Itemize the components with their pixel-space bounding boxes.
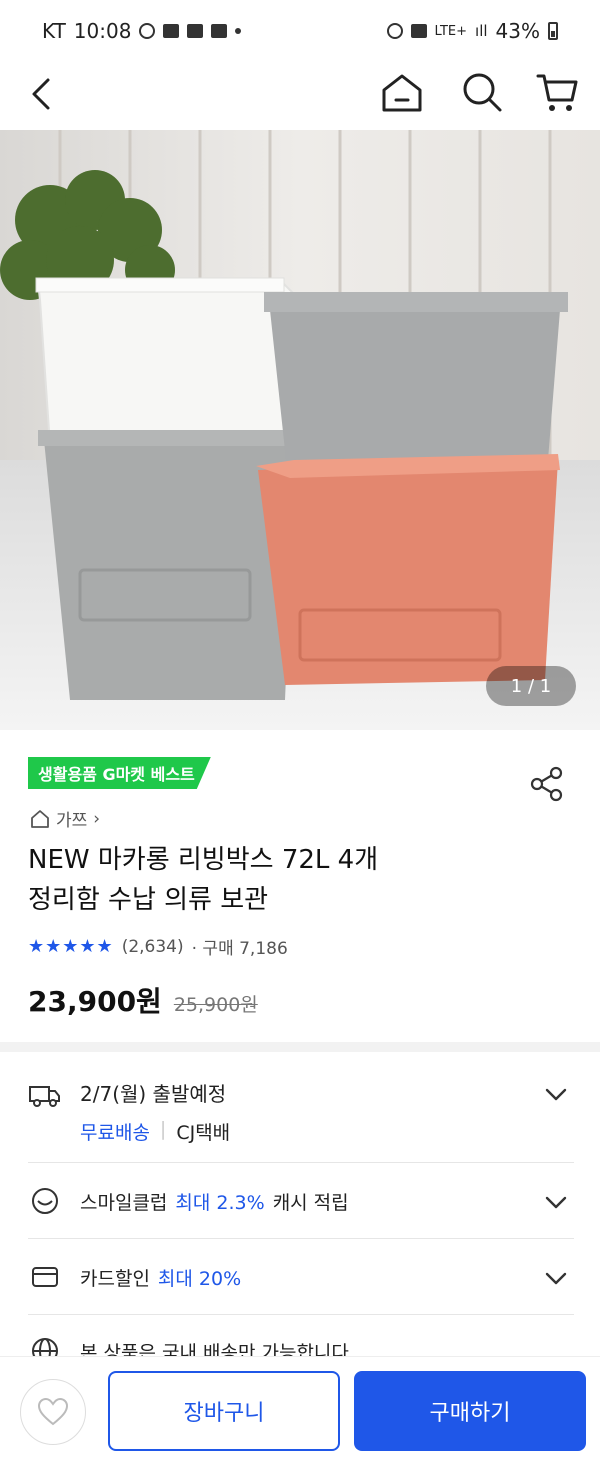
- review-count[interactable]: (2,634): [122, 937, 184, 957]
- card-discount-label: 카드할인: [80, 1268, 150, 1290]
- battery-level: 43%: [495, 19, 540, 43]
- rating-summary[interactable]: ★★★★★ (2,634) · 구매 7,186: [28, 934, 288, 959]
- card-discount-rate: 최대 20%: [157, 1268, 242, 1290]
- store-name[interactable]: 가쯔: [56, 806, 87, 831]
- row-divider: [28, 1162, 574, 1163]
- home-icon[interactable]: [378, 68, 426, 116]
- buy-now-button[interactable]: 구매하기: [354, 1371, 586, 1451]
- message-icon: [163, 24, 180, 38]
- heart-icon: [37, 1397, 69, 1426]
- product-title-line1: NEW 마카롱 리빙박스 72L 4개: [28, 845, 379, 875]
- chevron-down-icon[interactable]: [542, 1080, 570, 1108]
- truck-icon: [29, 1086, 60, 1107]
- card-discount-text: 카드할인 최대 20%: [80, 1264, 241, 1291]
- free-shipping: 무료배송: [80, 1122, 150, 1144]
- smile-club-row[interactable]: 스마일클럽 최대 2.3% 캐시 적립: [28, 1184, 574, 1224]
- divider: |: [159, 1118, 167, 1140]
- purchase-count: · 구매 7,186: [191, 939, 288, 959]
- smile-club-label: 스마일클럽: [80, 1192, 168, 1214]
- bottom-action-bar: 장바구니 구매하기: [0, 1356, 600, 1464]
- row-divider: [28, 1314, 574, 1315]
- star-rating-icon: ★★★★★: [28, 936, 114, 957]
- search-icon[interactable]: [458, 68, 506, 116]
- wishlist-button[interactable]: [20, 1379, 86, 1445]
- sale-price: 23,900원: [28, 985, 162, 1018]
- battery-icon: [548, 22, 558, 40]
- back-icon[interactable]: [20, 72, 64, 116]
- smile-icon: [32, 1188, 58, 1214]
- dnd-icon: [139, 23, 156, 39]
- smile-club-suffix: 캐시 적립: [272, 1192, 349, 1214]
- row-divider: [28, 1238, 574, 1239]
- price-block: 23,900원 25,900원: [28, 980, 258, 1020]
- time: 10:08: [73, 19, 132, 43]
- best-badge[interactable]: 생활용품 G마켓 베스트: [28, 757, 211, 789]
- talk-icon: [211, 24, 228, 38]
- share-icon[interactable]: [528, 765, 566, 803]
- shipping-info: 무료배송 | CJ택배: [80, 1118, 230, 1145]
- product-title-line2: 정리함 수납 의류 보관: [28, 885, 269, 915]
- product-image[interactable]: 1 / 1: [0, 130, 600, 730]
- courier: CJ택배: [176, 1122, 231, 1144]
- add-to-cart-button[interactable]: 장바구니: [108, 1371, 340, 1451]
- credit-card-icon: [32, 1267, 58, 1287]
- image-pager: 1 / 1: [486, 666, 576, 706]
- delivery-date: 2/7(월) 출발예정: [80, 1082, 227, 1106]
- section-divider: [0, 1042, 600, 1052]
- mute-icon: [410, 24, 427, 38]
- network-type: LTE+: [434, 23, 468, 39]
- product-photo: [0, 130, 600, 730]
- delivery-row[interactable]: 2/7(월) 출발예정 무료배송 | CJ택배: [28, 1074, 574, 1154]
- carrier: KT: [42, 19, 66, 43]
- product-title: NEW 마카롱 리빙박스 72L 4개 정리함 수납 의류 보관: [28, 840, 548, 920]
- alarm-icon: [386, 23, 403, 39]
- chevron-down-icon[interactable]: [542, 1264, 570, 1292]
- status-bar: KT 10:08 LTE+ ıll 43%: [0, 0, 600, 62]
- chevron-right-icon: ›: [93, 808, 101, 829]
- cart-icon[interactable]: [534, 68, 582, 116]
- original-price: 25,900원: [173, 994, 258, 1016]
- smile-club-text: 스마일클럽 최대 2.3% 캐시 적립: [80, 1188, 349, 1215]
- card-discount-row[interactable]: 카드할인 최대 20%: [28, 1258, 574, 1298]
- top-nav: [0, 62, 600, 130]
- store-home-icon: [31, 809, 49, 828]
- chevron-down-icon[interactable]: [542, 1188, 570, 1216]
- more-notifications-icon: [235, 28, 242, 34]
- breadcrumb[interactable]: 가쯔 ›: [30, 806, 100, 831]
- telegram-icon: [187, 24, 204, 38]
- signal-icon: ıll: [475, 22, 488, 40]
- smile-club-rate: 최대 2.3%: [175, 1192, 265, 1214]
